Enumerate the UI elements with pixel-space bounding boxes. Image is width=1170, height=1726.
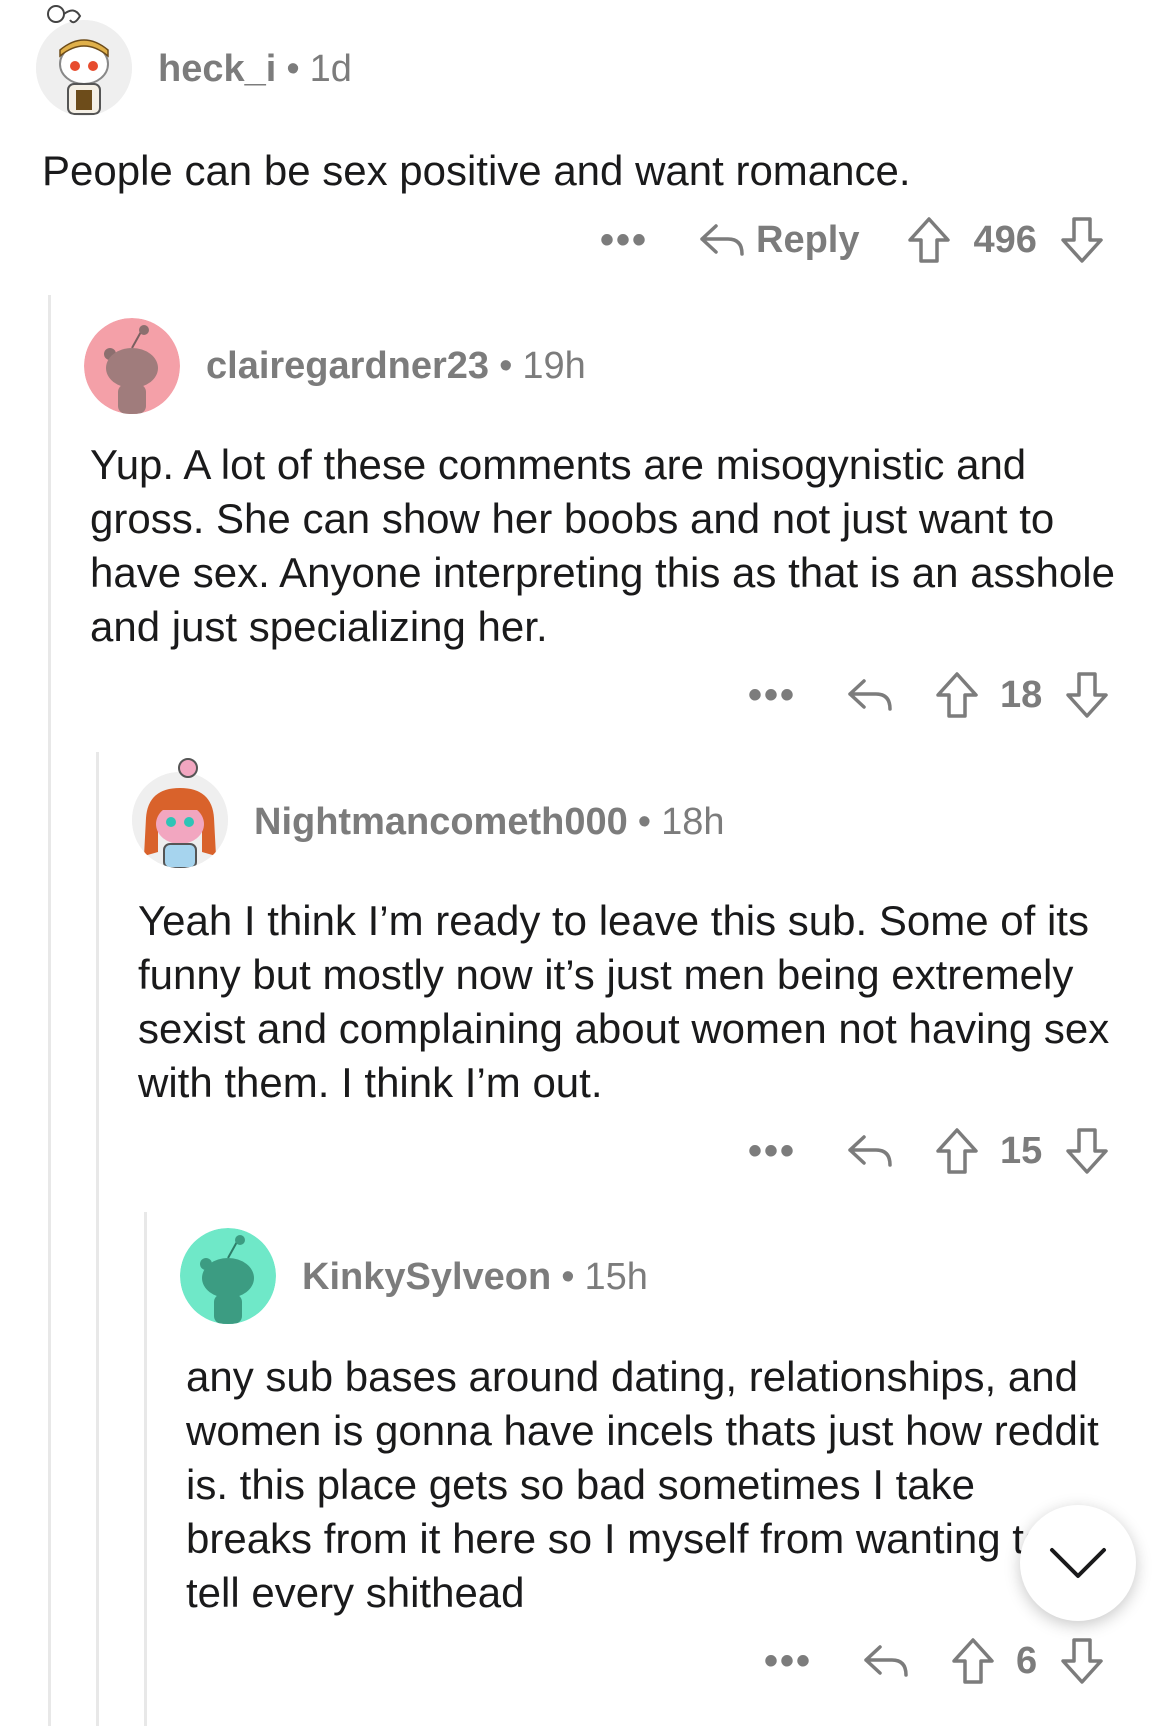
meta-separator: •	[499, 345, 513, 387]
reply-button[interactable]: Reply	[698, 218, 860, 262]
downvote-arrow-icon[interactable]	[1059, 216, 1105, 264]
upvote-arrow-icon[interactable]	[934, 671, 980, 719]
chevron-down-icon	[1050, 1548, 1106, 1578]
comment-meta: clairegardner23 • 19h	[206, 345, 586, 388]
reply-arrow-icon[interactable]	[846, 673, 894, 717]
meta-separator: •	[286, 48, 300, 90]
timestamp: 18h	[661, 801, 725, 843]
thread-line-level-3[interactable]	[144, 1212, 147, 1726]
snoo-avatar-icon	[84, 318, 180, 414]
vote-score: 496	[973, 218, 1037, 261]
comment-actions: ••• Reply 496	[600, 210, 1105, 270]
vote-score: 15	[1000, 1129, 1043, 1172]
reply-label: Reply	[756, 218, 860, 261]
meta-separator: •	[561, 1256, 575, 1298]
username[interactable]: heck_i	[158, 48, 276, 90]
username[interactable]: clairegardner23	[206, 345, 489, 387]
comment-meta: heck_i • 1d	[158, 48, 352, 91]
comment-body: any sub bases around dating, relationshi…	[186, 1353, 1099, 1616]
avatar[interactable]	[180, 1228, 276, 1324]
comment-actions: ••• 18	[748, 665, 1110, 725]
comment-body: Yeah I think I’m ready to leave this sub…	[138, 897, 1110, 1106]
antenna-icon	[47, 5, 82, 24]
timestamp: 19h	[522, 345, 586, 387]
reply-arrow-icon[interactable]	[846, 1129, 894, 1173]
thread-line-level-2[interactable]	[96, 752, 99, 1726]
snoo-avatar-icon	[132, 772, 228, 868]
downvote-arrow-icon[interactable]	[1064, 671, 1110, 719]
antenna-ball-icon	[178, 758, 198, 778]
meta-separator: •	[637, 801, 652, 843]
more-options-button[interactable]: •••	[748, 1129, 796, 1174]
reply-arrow-icon[interactable]	[862, 1639, 910, 1683]
more-options-button[interactable]: •••	[764, 1639, 812, 1684]
avatar[interactable]	[84, 318, 180, 414]
upvote-arrow-icon[interactable]	[950, 1637, 996, 1685]
comment-body: People can be sex positive and want roma…	[42, 147, 911, 194]
upvote-arrow-icon[interactable]	[906, 216, 952, 264]
timestamp: 15h	[584, 1256, 648, 1298]
avatar[interactable]	[36, 20, 132, 116]
reply-arrow-icon	[700, 224, 744, 256]
vote-score: 18	[1000, 673, 1043, 716]
username[interactable]: KinkySylveon	[302, 1256, 551, 1298]
comment-actions: ••• 15	[748, 1121, 1110, 1181]
vote-score: 6	[1016, 1639, 1038, 1682]
thread-line-level-1[interactable]	[48, 295, 51, 1726]
upvote-arrow-icon[interactable]	[934, 1127, 980, 1175]
more-options-button[interactable]: •••	[600, 218, 648, 263]
comment-meta: Nightmancometh000 • 18h	[254, 801, 724, 844]
downvote-arrow-icon[interactable]	[1064, 1127, 1110, 1175]
collapse-thread-button[interactable]	[1020, 1505, 1136, 1621]
snoo-avatar-icon	[36, 20, 132, 116]
more-options-button[interactable]: •••	[748, 673, 796, 718]
username[interactable]: Nightmancometh000	[254, 801, 628, 843]
avatar[interactable]	[132, 772, 228, 868]
timestamp: 1d	[309, 48, 352, 90]
snoo-avatar-icon	[180, 1228, 276, 1324]
comment-actions: ••• 6	[764, 1631, 1105, 1691]
downvote-arrow-icon[interactable]	[1059, 1637, 1105, 1685]
comment-body: Yup. A lot of these comments are misogyn…	[90, 441, 1115, 650]
comment-meta: KinkySylveon • 15h	[302, 1256, 648, 1299]
